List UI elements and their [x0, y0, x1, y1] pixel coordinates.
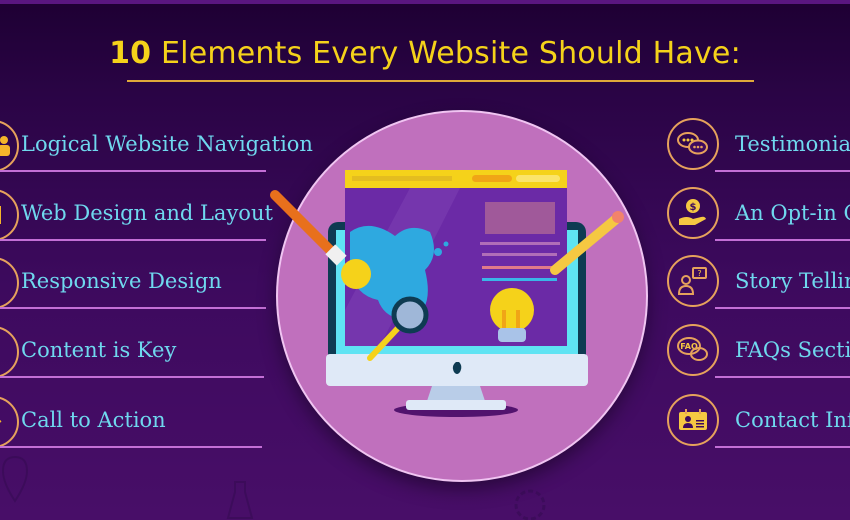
- id-card-icon: [667, 394, 719, 446]
- divider: [715, 376, 850, 378]
- right-item-faq: FAQ FAQs Sectio: [667, 324, 850, 378]
- computer-illustration: [270, 170, 624, 417]
- left-item-content: Content is Key: [0, 326, 264, 378]
- left-item-cta: Call to Action: [0, 396, 262, 448]
- divider: [0, 376, 264, 378]
- right-item-label: FAQs Sectio: [735, 338, 850, 362]
- divider: [715, 446, 850, 448]
- right-item-opt-in: $ An Opt-in C: [667, 187, 850, 241]
- document-icon: [0, 326, 19, 378]
- left-item-label: Logical Website Navigation: [21, 132, 313, 156]
- title-number: 10: [109, 36, 152, 71]
- cursor-icon: [0, 396, 19, 448]
- faq-bubbles-icon: FAQ: [667, 324, 719, 376]
- divider: [0, 446, 262, 448]
- right-item-story: ? Story Tellin: [667, 255, 850, 309]
- right-item-testimonials: Testimonials: [667, 118, 850, 172]
- hand-dollar-icon: $: [667, 187, 719, 239]
- divider: [0, 170, 266, 172]
- title-underline: [127, 80, 754, 82]
- stand-base: [406, 400, 506, 410]
- left-item-responsive: Responsive Design: [0, 257, 266, 309]
- nav-links: [352, 176, 452, 181]
- text-line: [482, 253, 557, 256]
- left-item-label: Content is Key: [21, 338, 177, 362]
- right-item-contact: Contact Inf: [667, 394, 850, 448]
- location-pin-icon: [1, 455, 29, 503]
- question-mark: ?: [697, 269, 701, 278]
- left-item-navigation: Logical Website Navigation: [0, 120, 313, 172]
- text-line: [480, 242, 560, 245]
- gear-icon: [514, 489, 546, 520]
- dress-icon: [226, 481, 254, 519]
- left-item-web-design: Web Design and Layout: [0, 189, 273, 241]
- right-item-label: An Opt-in C: [735, 201, 850, 225]
- divider: [0, 307, 266, 309]
- chat-bubbles-icon: [667, 118, 719, 170]
- dollar-sign: $: [690, 202, 697, 213]
- divider: [715, 307, 850, 309]
- paintbrush-bristles: [341, 259, 371, 289]
- nav-button: [472, 175, 512, 182]
- right-item-label: Story Tellin: [735, 269, 850, 293]
- hero-image-block: [485, 202, 555, 234]
- top-border: [0, 0, 850, 4]
- divider: [0, 239, 266, 241]
- right-item-label: Contact Inf: [735, 408, 850, 432]
- left-item-label: Responsive Design: [21, 269, 222, 293]
- layout-icon: [0, 189, 19, 241]
- lightbulb-icon: [490, 288, 534, 332]
- right-item-label: Testimonials: [735, 132, 850, 156]
- divider: [715, 239, 850, 241]
- paintbrush-handle: [270, 190, 340, 260]
- page-title: 10 Elements Every Website Should Have:: [0, 36, 850, 71]
- divider: [715, 170, 850, 172]
- user-icon: [0, 120, 19, 172]
- person-question-icon: ?: [667, 255, 719, 307]
- title-text: Elements Every Website Should Have:: [151, 36, 741, 71]
- text-line: [482, 266, 557, 269]
- text-line: [482, 278, 557, 281]
- nav-button: [516, 175, 560, 182]
- devices-icon: [0, 257, 19, 309]
- magnifier-icon: [391, 296, 429, 334]
- left-item-label: Call to Action: [21, 408, 166, 432]
- left-item-label: Web Design and Layout: [21, 201, 273, 225]
